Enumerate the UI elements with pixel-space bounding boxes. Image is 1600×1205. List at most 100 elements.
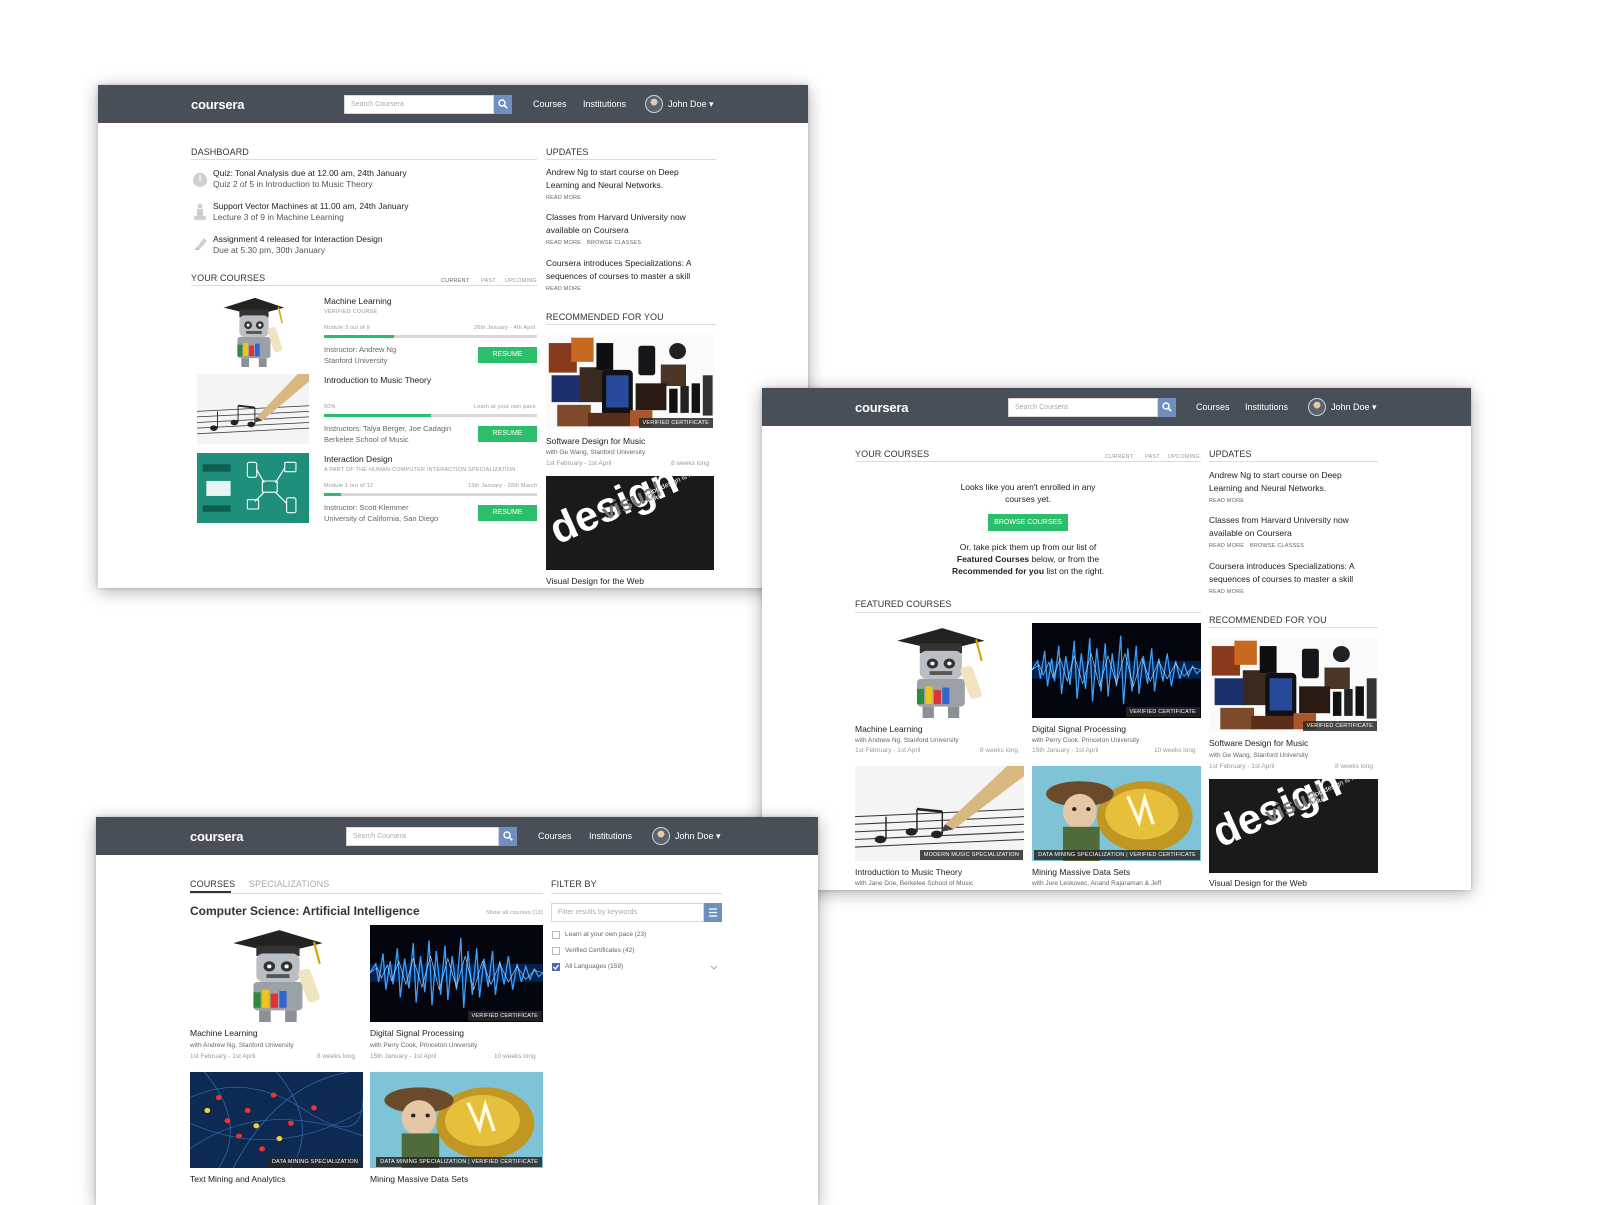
recommended-title[interactable]: Software Design for Music (546, 436, 645, 447)
course-title[interactable]: Digital Signal Processing (370, 1028, 464, 1038)
divider (551, 893, 722, 894)
course-title[interactable]: Mining Massive Data Sets (370, 1174, 468, 1184)
recommended-title[interactable]: Software Design for Music (1209, 738, 1308, 748)
course-title[interactable]: Introduction to Music Theory (324, 375, 431, 386)
nav-courses[interactable]: Courses (1196, 402, 1230, 412)
course-thumbnail[interactable]: DATA MINING SPECIALIZATION (190, 1072, 363, 1168)
nav-courses[interactable]: Courses (533, 99, 567, 109)
read-more-link[interactable]: READ MORE (546, 286, 581, 292)
course-thumbnail[interactable] (191, 374, 315, 444)
tab-past[interactable]: PAST (481, 278, 496, 284)
resume-button[interactable]: RESUME (478, 347, 537, 363)
recommended-thumbnail[interactable]: VERIFIED CERTIFICATE (1209, 638, 1378, 732)
coursera-logo[interactable]: coursera (190, 829, 244, 844)
recommended-title[interactable]: Visual Design for the Web (1209, 878, 1307, 888)
tab-past[interactable]: PAST (1145, 454, 1160, 460)
course-thumbnail[interactable] (191, 294, 315, 367)
verified-badge: VERIFIED CERTIFICATE (1125, 707, 1200, 717)
recommended-thumbnail[interactable]: VERIFIED CERTIFICATE (546, 335, 714, 429)
filter-checkbox[interactable] (552, 931, 560, 939)
read-more-link[interactable]: READ MORE (546, 195, 581, 201)
course-thumbnail[interactable] (190, 925, 363, 1022)
course-thumbnail[interactable]: VERIFIED CERTIFICATE (370, 925, 543, 1022)
recommended-thumbnail[interactable]: design visual good design is made visual (546, 476, 714, 570)
read-more-link[interactable]: READ MORE (546, 240, 581, 246)
show-all-link[interactable]: Show all courses (13) (486, 910, 543, 916)
divider (191, 285, 537, 286)
browse-classes-link[interactable]: BROWSE CLASSES (1250, 543, 1304, 549)
specialization-badge: DATA MINING SPECIALIZATION (1038, 852, 1125, 858)
search-icon (1162, 402, 1172, 412)
search-button[interactable] (499, 827, 517, 846)
filter-label[interactable]: Learn at your own pace (23) (565, 931, 646, 938)
tab-upcoming[interactable]: UPCOMING (1168, 454, 1200, 460)
nav-institutions[interactable]: Institutions (1245, 402, 1288, 412)
user-menu[interactable]: John Doe ▾ (1331, 402, 1377, 413)
user-menu[interactable]: John Doe ▾ (668, 99, 714, 110)
browse-courses-button[interactable]: BROWSE COURSES (988, 514, 1068, 531)
filter-input[interactable]: Filter results by keywords (551, 903, 704, 922)
tab-upcoming[interactable]: UPCOMING (505, 278, 537, 284)
course-thumbnail[interactable]: VERIFIED CERTIFICATE (1032, 623, 1201, 718)
course-thumbnail[interactable] (191, 453, 315, 523)
school: Stanford University (324, 356, 388, 365)
nav-courses[interactable]: Courses (538, 831, 572, 841)
progress-label: 50% (324, 404, 336, 410)
top-nav-bar: coursera Search Coursera Courses Institu… (98, 85, 808, 123)
chevron-down-icon[interactable] (710, 965, 718, 971)
course-thumbnail[interactable]: DATA MINING SPECIALIZATION | VERIFIED CE… (1032, 766, 1201, 861)
course-thumbnail[interactable] (855, 623, 1024, 718)
course-title[interactable]: Text Mining and Analytics (190, 1174, 285, 1184)
dashboard-item-sub: Due at 5.30 pm, 30th January (213, 245, 325, 255)
read-more-link[interactable]: READ MORE (1209, 498, 1244, 504)
course-title[interactable]: Machine Learning (855, 724, 923, 734)
course-title[interactable]: Machine Learning (190, 1028, 258, 1038)
resume-button[interactable]: RESUME (478, 426, 537, 442)
browse-classes-link[interactable]: BROWSE CLASSES (587, 240, 641, 246)
dashboard-item-sub: Quiz 2 of 5 in Introduction to Music The… (213, 179, 373, 189)
user-menu[interactable]: John Doe ▾ (675, 831, 721, 842)
tab-current[interactable]: CURRENT (1105, 454, 1133, 460)
course-title[interactable]: Digital Signal Processing (1032, 724, 1126, 734)
progress-bar (324, 335, 537, 338)
course-dates: 1st February - 1st April (855, 747, 921, 754)
avatar[interactable] (652, 827, 670, 845)
filter-checkbox[interactable] (552, 963, 560, 971)
search-icon (498, 99, 508, 109)
search-button[interactable] (494, 95, 512, 114)
search-input[interactable]: Search Coursera (344, 95, 494, 114)
course-thumbnail[interactable]: DATA MINING SPECIALIZATION | VERIFIED CE… (370, 1072, 543, 1168)
course-title[interactable]: Mining Massive Data Sets (1032, 867, 1130, 877)
tab-current[interactable]: CURRENT (441, 278, 469, 284)
your-courses-heading: YOUR COURSES (855, 449, 930, 459)
coursera-logo[interactable]: coursera (191, 97, 245, 112)
nav-institutions[interactable]: Institutions (589, 831, 632, 841)
avatar[interactable] (1308, 398, 1326, 416)
course-title[interactable]: Introduction to Music Theory (855, 867, 962, 877)
search-input[interactable]: Search Coursera (1008, 398, 1158, 417)
read-more-link[interactable]: READ MORE (1209, 589, 1244, 595)
recommended-instructor: with Ge Wang, Stanford University (1209, 752, 1309, 759)
tab-specializations[interactable]: SPECIALIZATIONS (249, 879, 329, 889)
search-button[interactable] (1158, 398, 1176, 417)
recommended-thumbnail[interactable]: design visual good design is made visual (1209, 779, 1378, 873)
filter-label[interactable]: Verified Certificates (42) (565, 947, 634, 954)
read-more-link[interactable]: READ MORE (1209, 543, 1244, 549)
course-title[interactable]: Machine Learning (324, 296, 392, 307)
avatar[interactable] (645, 95, 663, 113)
search-input[interactable]: Search Coursera (346, 827, 499, 846)
filter-label[interactable]: All Languages (159) (565, 963, 623, 970)
course-title[interactable]: Interaction Design (324, 454, 393, 465)
coursera-logo[interactable]: coursera (855, 400, 909, 415)
course-thumbnail[interactable]: MODERN MUSIC SPECIALIZATION (855, 766, 1024, 861)
filter-checkbox[interactable] (552, 947, 560, 955)
collage-image (1209, 638, 1378, 732)
filter-options-button[interactable] (704, 903, 722, 922)
resume-button[interactable]: RESUME (478, 505, 537, 521)
list-icon (709, 908, 717, 917)
recommended-link[interactable]: Recommended for you (952, 566, 1044, 576)
tab-courses[interactable]: COURSES (190, 879, 235, 889)
recommended-title[interactable]: Visual Design for the Web (546, 576, 644, 587)
nav-institutions[interactable]: Institutions (583, 99, 626, 109)
featured-courses-link[interactable]: Featured Courses (957, 554, 1029, 564)
